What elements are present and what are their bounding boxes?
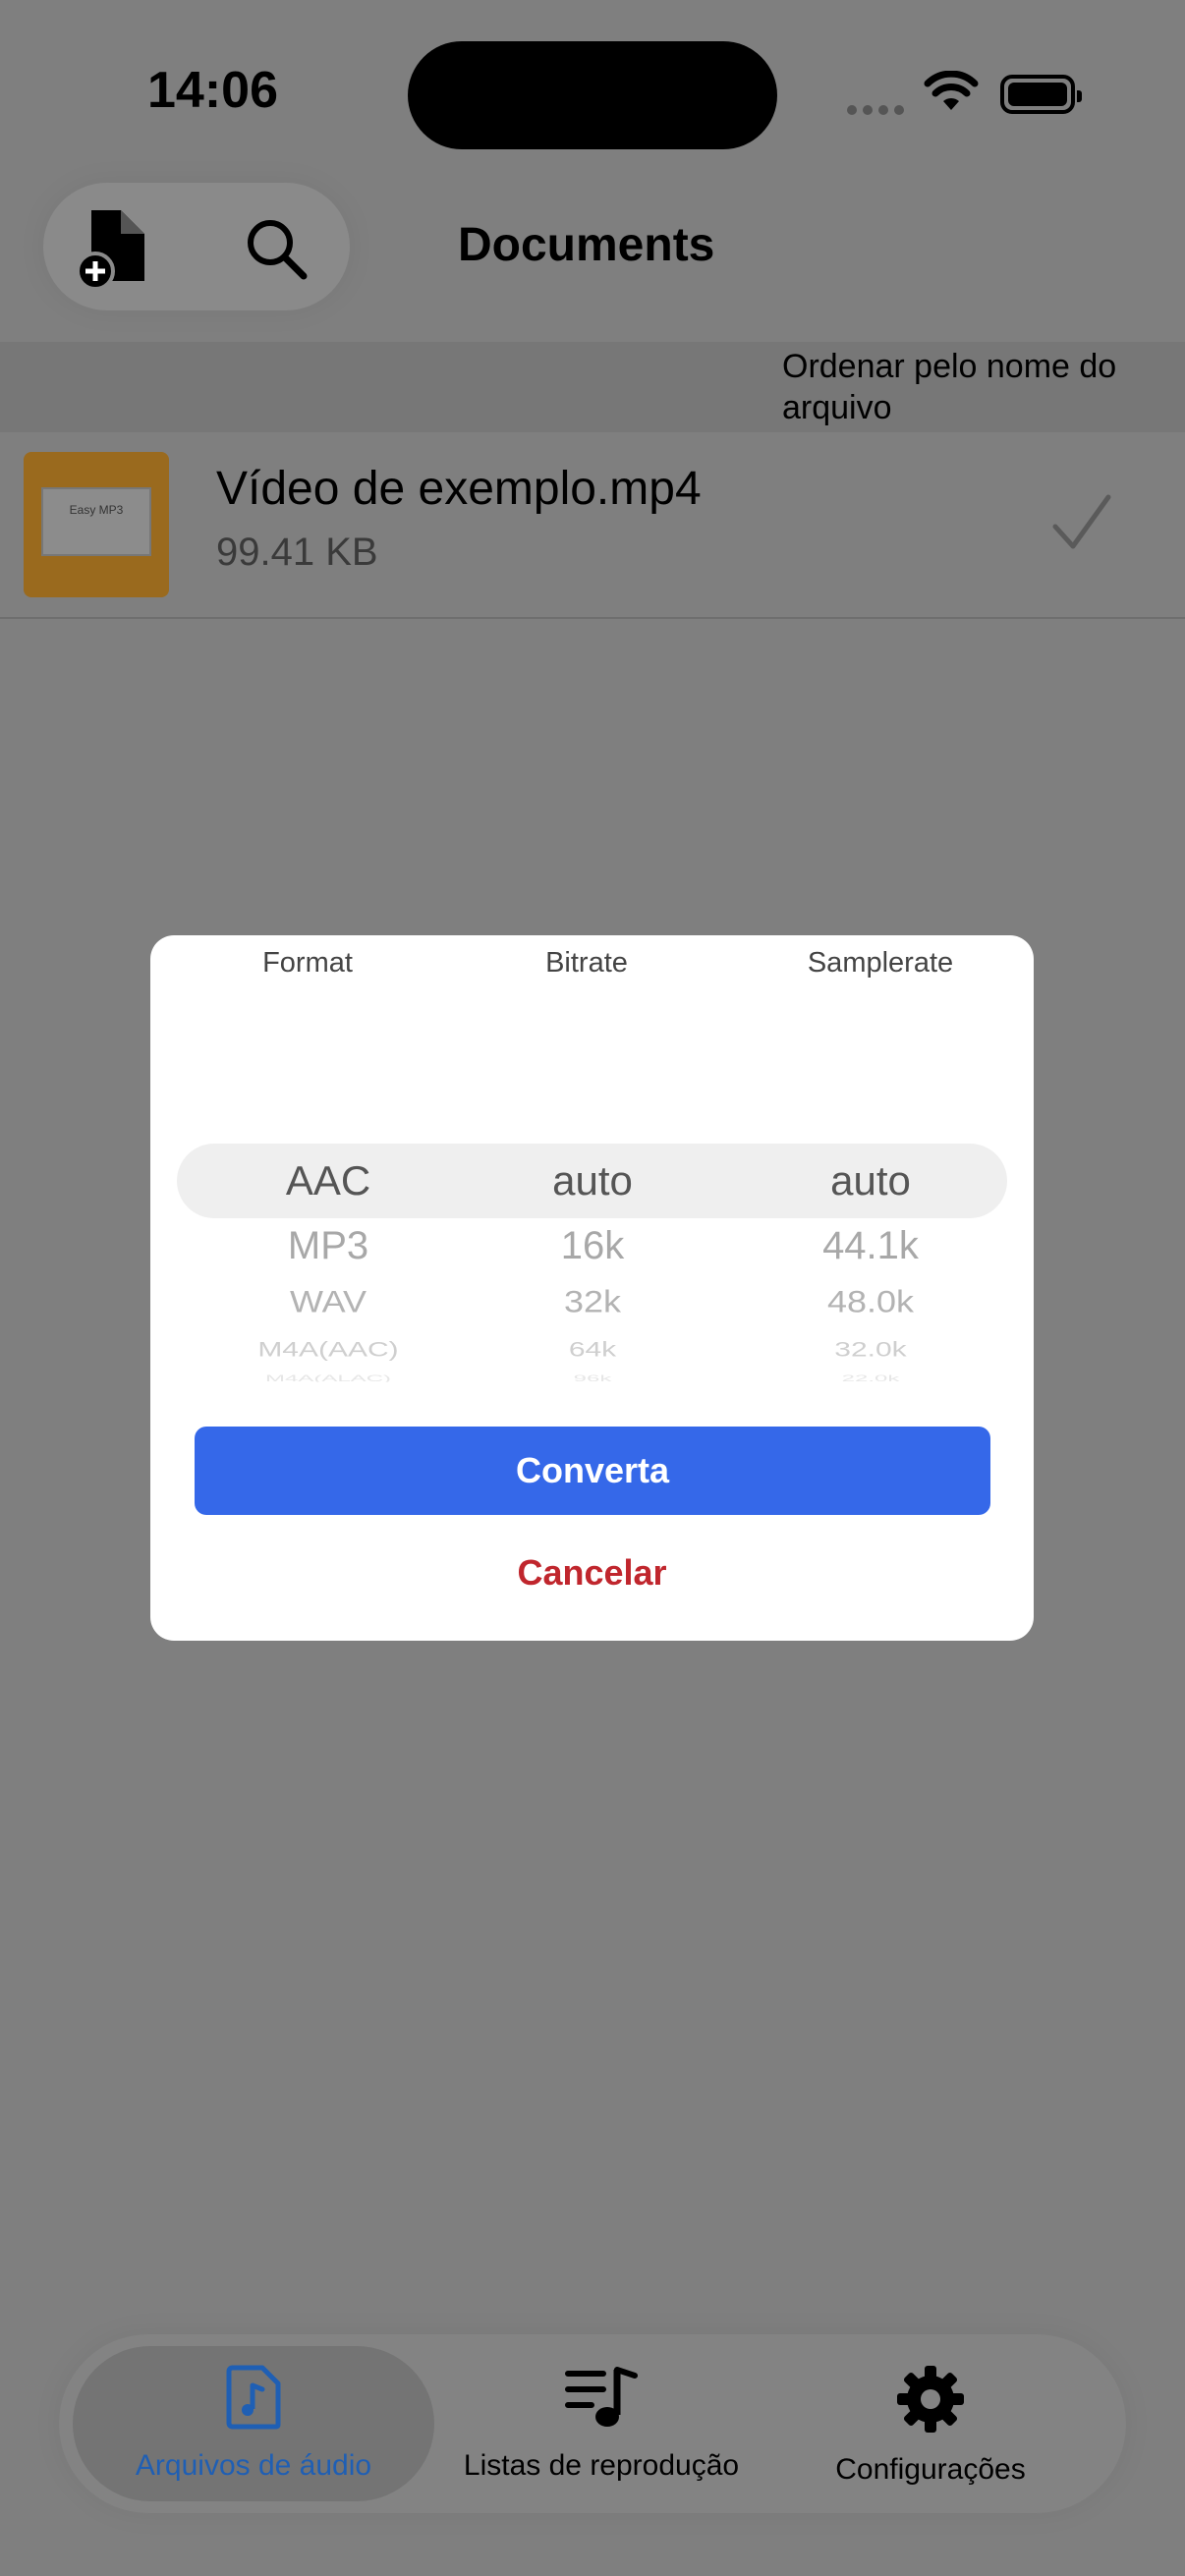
document-add-icon[interactable] bbox=[61, 196, 159, 295]
status-bar: 14:06 bbox=[0, 0, 1185, 167]
playlist-icon bbox=[564, 2367, 639, 2435]
battery-icon bbox=[1000, 75, 1082, 114]
format-option[interactable]: AAC bbox=[186, 1144, 471, 1218]
samplerate-option[interactable]: 22.0k bbox=[728, 1374, 1013, 1381]
convert-button[interactable]: Converta bbox=[195, 1427, 990, 1515]
tab-label: Arquivos de áudio bbox=[135, 2449, 372, 2482]
tab-settings[interactable]: Configurações bbox=[768, 2364, 1093, 2487]
samplerate-option[interactable]: 48.0k bbox=[728, 1276, 1013, 1326]
gear-icon bbox=[895, 2366, 966, 2438]
checkmark-icon bbox=[1047, 489, 1116, 563]
list-item[interactable]: Easy MP3 Vídeo de exemplo.mp4 99.41 KB bbox=[0, 432, 1185, 619]
bitrate-option[interactable]: 16k bbox=[450, 1218, 735, 1273]
format-picker[interactable]: AAC MP3 WAV M4A(AAC) M4A(ALAC) bbox=[186, 1144, 471, 1387]
format-option[interactable]: MP3 bbox=[186, 1218, 471, 1273]
tab-label: Configurações bbox=[835, 2453, 1026, 2486]
bitrate-option[interactable]: 64k bbox=[450, 1336, 735, 1364]
bitrate-option[interactable]: 96k bbox=[450, 1374, 735, 1381]
format-header: Format bbox=[262, 947, 353, 979]
file-thumbnail: Easy MP3 bbox=[24, 452, 169, 597]
search-icon[interactable] bbox=[228, 200, 326, 299]
tab-label: Listas de reprodução bbox=[463, 2449, 740, 2482]
page-title: Documents bbox=[458, 219, 715, 271]
samplerate-picker[interactable]: auto 44.1k 48.0k 32.0k 22.0k bbox=[728, 1144, 1013, 1387]
samplerate-option[interactable]: 44.1k bbox=[728, 1218, 1013, 1273]
samplerate-option[interactable]: auto bbox=[728, 1144, 1013, 1218]
file-name: Vídeo de exemplo.mp4 bbox=[216, 463, 702, 515]
wifi-icon bbox=[924, 70, 979, 117]
status-time: 14:06 bbox=[147, 62, 278, 119]
format-option[interactable]: M4A(AAC) bbox=[186, 1336, 471, 1364]
samplerate-header: Samplerate bbox=[807, 947, 954, 979]
convert-dialog: Format Bitrate Samplerate AAC MP3 WAV M4… bbox=[150, 935, 1034, 1641]
tab-audio-files[interactable]: Arquivos de áudio bbox=[73, 2364, 434, 2483]
audio-file-icon bbox=[223, 2365, 284, 2435]
cellular-signal-icon bbox=[847, 102, 910, 120]
bitrate-option[interactable]: auto bbox=[450, 1144, 735, 1218]
cancel-button[interactable]: Cancelar bbox=[150, 1552, 1034, 1594]
bitrate-option[interactable]: 32k bbox=[450, 1276, 735, 1326]
thumbnail-label: Easy MP3 bbox=[41, 487, 151, 556]
dynamic-island bbox=[408, 41, 777, 149]
samplerate-option[interactable]: 32.0k bbox=[728, 1336, 1013, 1364]
tab-playlists[interactable]: Listas de reprodução bbox=[434, 2364, 768, 2483]
bitrate-picker[interactable]: auto 16k 32k 64k 96k bbox=[450, 1144, 735, 1387]
file-size: 99.41 KB bbox=[216, 531, 378, 574]
format-option[interactable]: WAV bbox=[186, 1276, 471, 1326]
tab-bar: Arquivos de áudio Listas de reprodução C… bbox=[59, 2334, 1126, 2513]
sort-button[interactable]: Ordenar pelo nome do arquivo bbox=[782, 346, 1175, 428]
bitrate-header: Bitrate bbox=[545, 947, 628, 979]
format-option[interactable]: M4A(ALAC) bbox=[186, 1374, 471, 1381]
